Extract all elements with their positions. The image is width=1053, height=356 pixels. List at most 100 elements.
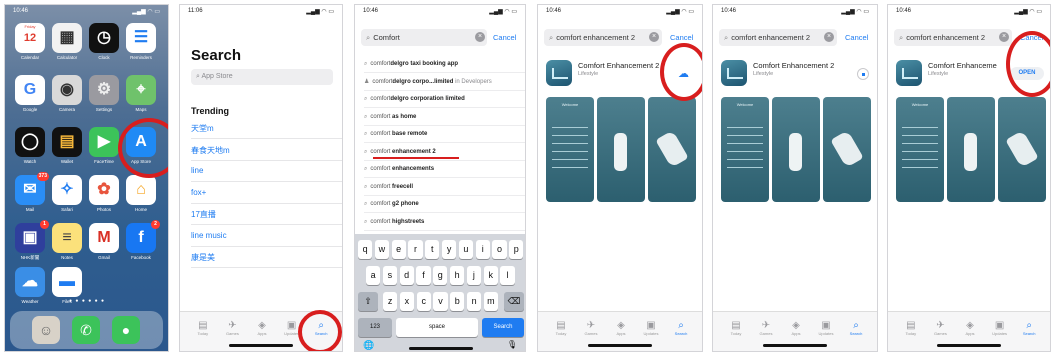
- tab-updates[interactable]: ▣ Updates: [815, 320, 837, 336]
- key-d[interactable]: d: [399, 266, 414, 285]
- app-icon[interactable]: G: [15, 75, 45, 105]
- clear-icon[interactable]: ×: [999, 32, 1009, 42]
- key-s[interactable]: s: [382, 266, 397, 285]
- app-screenshot[interactable]: Welcome: [721, 97, 769, 202]
- app-icon[interactable]: ✧: [52, 175, 82, 205]
- trending-item[interactable]: 天堂m: [191, 123, 214, 134]
- key-y[interactable]: y: [442, 240, 457, 259]
- cancel-button[interactable]: Cancel: [670, 33, 693, 42]
- suggestion-item[interactable]: ⌕ comfort base remote: [364, 127, 524, 141]
- tab-games[interactable]: ✈ Games: [755, 320, 777, 336]
- app-icon[interactable]: ▣ 1: [15, 220, 49, 253]
- trending-item[interactable]: fox+: [191, 188, 206, 197]
- tab-apps[interactable]: ◈ Apps: [610, 320, 632, 336]
- search-input[interactable]: ⌕ App Store: [191, 69, 333, 85]
- app-screenshot[interactable]: [998, 97, 1046, 202]
- search-input[interactable]: ⌕ Comfort: [361, 29, 487, 46]
- app-icon[interactable]: [546, 60, 572, 86]
- key-r[interactable]: r: [408, 240, 423, 259]
- key-e[interactable]: e: [391, 240, 406, 259]
- search-input[interactable]: ⌕ comfort enhancement 2: [719, 29, 837, 46]
- app-icon[interactable]: ⌖: [126, 75, 156, 105]
- suggestion-item[interactable]: ⌕ comfort g2 phone: [364, 197, 524, 211]
- suggestion-item[interactable]: ⌕ comfort enhancements: [364, 162, 524, 176]
- space-key[interactable]: space: [396, 318, 478, 337]
- trending-item[interactable]: 康是美: [191, 252, 215, 263]
- app-screenshot[interactable]: [597, 97, 645, 202]
- tab-today[interactable]: ▤ Today: [192, 320, 214, 336]
- suggestion-item[interactable]: ⌕ comfortdelgro corporation limited: [364, 92, 524, 106]
- suggestion-item[interactable]: ⌕ comfortdelgro taxi booking app: [364, 57, 524, 71]
- tab-updates[interactable]: ▣ Updates: [989, 320, 1011, 336]
- app-icon[interactable]: ✿: [89, 175, 119, 205]
- tab-today[interactable]: ▤ Today: [900, 320, 922, 336]
- key-w[interactable]: w: [374, 240, 389, 259]
- key-p[interactable]: p: [509, 240, 524, 259]
- app-icon[interactable]: ▬: [52, 267, 82, 297]
- tab-updates[interactable]: ▣ Updates: [640, 320, 662, 336]
- key-o[interactable]: o: [492, 240, 507, 259]
- app-screenshot[interactable]: [772, 97, 820, 202]
- key-n[interactable]: n: [467, 292, 482, 311]
- cancel-button[interactable]: Cancel: [845, 33, 868, 42]
- key-h[interactable]: h: [450, 266, 465, 285]
- tab-games[interactable]: ✈ Games: [929, 320, 951, 336]
- app-screenshot[interactable]: Welcome: [896, 97, 944, 202]
- tab-games[interactable]: ✈ Games: [221, 320, 243, 336]
- app-name[interactable]: Comfort Enhancement 2: [578, 61, 659, 70]
- app-name[interactable]: Comfort Enhanceme: [928, 61, 997, 70]
- app-name[interactable]: Comfort Enhancement 2: [753, 61, 834, 70]
- app-icon[interactable]: ☰: [126, 23, 156, 53]
- app-icon[interactable]: ◉: [52, 75, 82, 105]
- key-x[interactable]: x: [399, 292, 414, 311]
- app-icon[interactable]: ✉ 373: [15, 172, 49, 205]
- tab-search[interactable]: ⌕ Search: [845, 320, 867, 336]
- key-t[interactable]: t: [425, 240, 440, 259]
- shift-key[interactable]: ⇧: [358, 292, 378, 311]
- key-z[interactable]: z: [383, 292, 398, 311]
- trending-item[interactable]: 17直播: [191, 209, 216, 220]
- numbers-key[interactable]: 123: [358, 318, 392, 337]
- app-icon[interactable]: ⚙: [89, 75, 119, 105]
- key-c[interactable]: c: [416, 292, 431, 311]
- search-key[interactable]: Search: [482, 318, 524, 337]
- app-screenshot[interactable]: Welcome: [546, 97, 594, 202]
- search-input[interactable]: ⌕ comfort enhancement 2: [894, 29, 1012, 46]
- key-b[interactable]: b: [450, 292, 465, 311]
- key-v[interactable]: v: [433, 292, 448, 311]
- app-icon[interactable]: ☁: [15, 267, 45, 297]
- suggestion-item[interactable]: ⌕ comfort highstreets: [364, 215, 524, 229]
- tab-search[interactable]: ⌕ Search: [1018, 320, 1040, 336]
- app-icon[interactable]: ◯: [15, 127, 45, 157]
- cancel-button[interactable]: Cancel: [493, 33, 516, 42]
- app-icon[interactable]: ▦: [52, 23, 82, 53]
- app-icon[interactable]: [896, 60, 922, 86]
- globe-icon[interactable]: 🌐: [363, 340, 374, 351]
- app-icon[interactable]: ▤: [52, 127, 82, 157]
- tab-games[interactable]: ✈ Games: [580, 320, 602, 336]
- key-q[interactable]: q: [358, 240, 373, 259]
- tab-search[interactable]: ⌕ Search: [670, 320, 692, 336]
- tab-today[interactable]: ▤ Today: [550, 320, 572, 336]
- key-g[interactable]: g: [433, 266, 448, 285]
- mic-icon[interactable]: 🎙: [507, 340, 517, 349]
- app-screenshot[interactable]: [648, 97, 696, 202]
- app-icon[interactable]: 12 Friday: [15, 23, 45, 53]
- tab-apps[interactable]: ◈ Apps: [959, 320, 981, 336]
- key-k[interactable]: k: [483, 266, 498, 285]
- key-f[interactable]: f: [416, 266, 431, 285]
- tab-today[interactable]: ▤ Today: [725, 320, 747, 336]
- key-j[interactable]: j: [466, 266, 481, 285]
- tab-apps[interactable]: ◈ Apps: [785, 320, 807, 336]
- screenshot-strip[interactable]: Welcome: [896, 97, 1050, 202]
- app-icon[interactable]: ◷: [89, 23, 119, 53]
- app-icon[interactable]: ⌂: [126, 175, 156, 205]
- trending-item[interactable]: line: [191, 166, 203, 175]
- clear-icon[interactable]: ×: [649, 32, 659, 42]
- key-u[interactable]: u: [458, 240, 473, 259]
- app-screenshot[interactable]: [823, 97, 871, 202]
- trending-item[interactable]: 春食天地m: [191, 145, 230, 156]
- dock-app-icon[interactable]: ●: [112, 316, 140, 344]
- app-icon[interactable]: ≡: [52, 223, 82, 253]
- app-icon[interactable]: ▶: [89, 127, 119, 157]
